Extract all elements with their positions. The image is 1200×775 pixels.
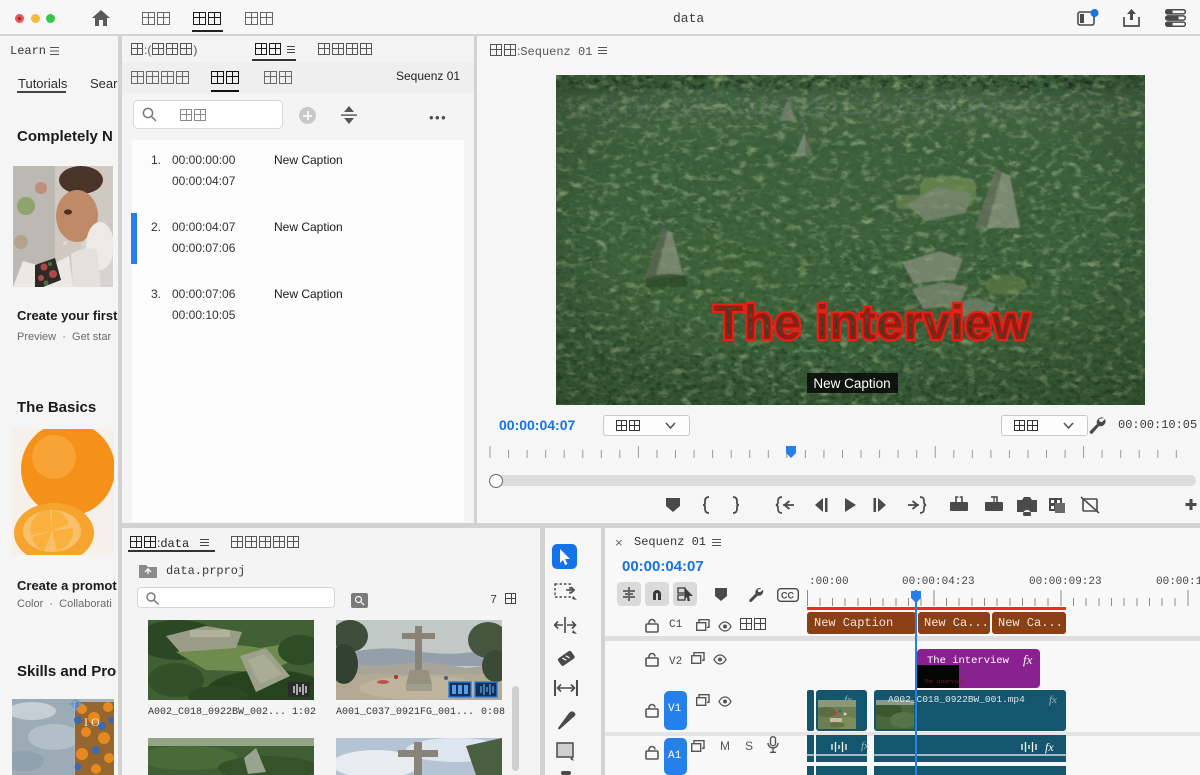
svg-text:I O: I O xyxy=(84,715,100,729)
svg-text:The interview: The interview xyxy=(714,296,1030,350)
svg-text:CC: CC xyxy=(781,591,794,601)
svg-text:New Caption: New Caption xyxy=(813,376,890,391)
